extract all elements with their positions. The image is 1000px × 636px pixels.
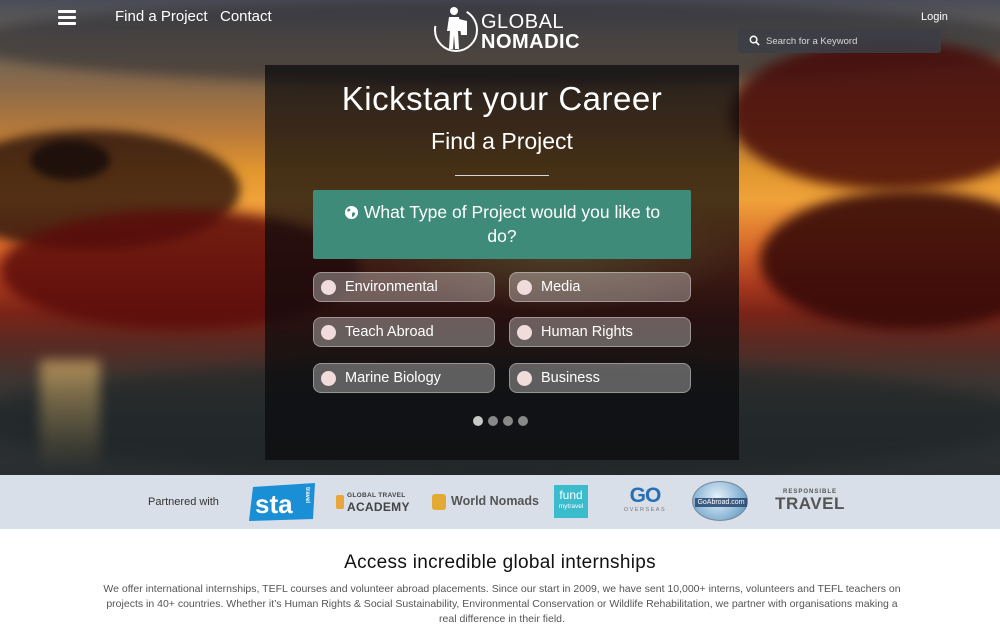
carousel-dots [473,413,533,431]
world-nomads-text: World Nomads [451,494,539,508]
option-marine-biology[interactable]: Marine Biology [313,363,495,393]
global-nomadic-logo[interactable]: GLOBAL NOMADIC [433,5,583,57]
logo-text-nomadic: NOMADIC [481,31,581,53]
mytravel-text: mytravel [558,503,584,510]
gta-mark-icon [336,495,344,509]
radio-icon [517,325,532,340]
intro-title: Access incredible global internships [344,552,656,573]
go-overseas-logo[interactable]: GO OVERSEAS [620,484,670,514]
sky-cloud [30,140,110,180]
search-input[interactable] [766,29,936,53]
partners-bar: Partnered with sta travel GLOBAL TRAVEL … [0,475,1000,529]
carousel-dot[interactable] [473,416,483,426]
goabroad-text: GoAbroad.com [695,498,747,507]
carousel-dot[interactable] [503,416,513,426]
option-teach-abroad[interactable]: Teach Abroad [313,317,495,347]
menu-icon[interactable] [58,10,76,25]
option-label: Media [541,279,581,295]
divider [455,175,549,176]
search-box [738,29,941,53]
go-text: GO [629,484,662,507]
radio-icon [321,371,336,386]
radio-icon [517,280,532,295]
gta-text-small: GLOBAL TRAVEL [347,492,406,499]
nav-contact-link[interactable]: Contact [220,8,272,25]
radio-icon [517,371,532,386]
option-label: Teach Abroad [345,324,434,340]
login-link[interactable]: Login [921,11,948,23]
intro-text: We offer international internships, TEFL… [103,583,901,625]
project-finder-panel: Kickstart your Career Find a Project Wha… [265,65,739,460]
travel-text: TRAVEL [775,494,845,513]
sta-tag-text: travel [304,487,310,503]
radio-icon [321,325,336,340]
goabroad-logo[interactable]: GoAbroad.com [692,481,748,521]
option-environmental[interactable]: Environmental [313,272,495,302]
world-nomads-mark-icon [432,494,446,510]
question-text: What Type of Project would you like to d… [363,202,661,246]
responsible-travel-logo[interactable]: RESPONSIBLE TRAVEL [775,489,845,512]
sun-reflection [40,360,100,470]
nav-find-project-link[interactable]: Find a Project [115,8,208,25]
fund-my-travel-logo[interactable]: fund mytravel [554,485,588,518]
sky-cloud [760,190,1000,330]
carousel-dot[interactable] [488,416,498,426]
overseas-text: OVERSEAS [623,507,667,513]
option-label: Business [541,370,600,386]
search-icon[interactable] [749,35,760,46]
option-human-rights[interactable]: Human Rights [509,317,691,347]
hero-subtitle: Find a Project [431,128,573,154]
option-business[interactable]: Business [509,363,691,393]
globe-icon [344,205,358,220]
sta-text: sta [255,489,293,519]
option-label: Environmental [345,279,438,295]
option-label: Marine Biology [345,370,441,386]
hero-title: Kickstart your Career [341,80,663,117]
project-type-question: What Type of Project would you like to d… [313,190,691,259]
carousel-dot[interactable] [518,416,528,426]
gta-text-big: ACADEMY [347,500,410,514]
traveller-icon [434,7,478,52]
radio-icon [321,280,336,295]
partnered-with-label: Partnered with [148,496,219,508]
option-label: Human Rights [541,324,633,340]
sta-travel-logo[interactable]: sta travel [249,483,317,521]
fund-text: fund [559,488,583,502]
option-media[interactable]: Media [509,272,691,302]
